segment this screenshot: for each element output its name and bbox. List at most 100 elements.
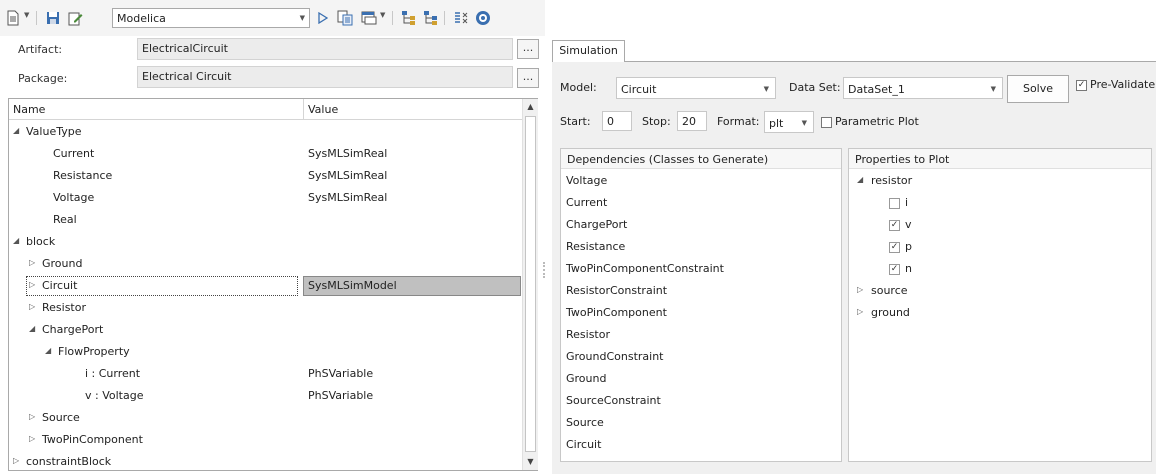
- dependency-item[interactable]: SourceConstraint: [566, 394, 661, 407]
- property-label: n: [905, 262, 912, 275]
- property-row[interactable]: ▷ ground: [849, 306, 1149, 326]
- dependency-item[interactable]: Source: [566, 416, 604, 429]
- document-menu-icon[interactable]: [4, 9, 22, 27]
- generate-icon[interactable]: [336, 9, 354, 27]
- property-checkbox[interactable]: ✓: [889, 242, 900, 253]
- stop-input[interactable]: 20: [677, 111, 707, 131]
- window-menu-icon[interactable]: [360, 9, 378, 27]
- expand-arrow-icon[interactable]: ▷: [29, 434, 35, 443]
- help-icon[interactable]: [474, 9, 492, 27]
- stop-label: Stop:: [642, 115, 671, 128]
- tree-row[interactable]: Current SysMLSimReal: [9, 143, 522, 165]
- dependency-item[interactable]: TwoPinComponentConstraint: [566, 262, 724, 275]
- column-header-name[interactable]: Name: [13, 103, 45, 116]
- property-row[interactable]: ▷ source: [849, 284, 1149, 304]
- parametric-plot-checkbox[interactable]: [821, 117, 832, 128]
- tree-row-value: PhSVariable: [308, 389, 374, 402]
- expand-arrow-icon[interactable]: ▷: [29, 258, 35, 267]
- dependency-item[interactable]: ResistorConstraint: [566, 284, 667, 297]
- tree-row[interactable]: ▷ Circuit SysMLSimModel: [9, 275, 522, 297]
- property-row[interactable]: ✓ n: [849, 262, 1149, 282]
- property-row[interactable]: ✓ v: [849, 218, 1149, 238]
- dependency-item[interactable]: Voltage: [566, 174, 607, 187]
- format-select[interactable]: plt ▼: [764, 111, 814, 133]
- dependency-item[interactable]: Resistance: [566, 240, 625, 253]
- tree-row[interactable]: i : Current PhSVariable: [9, 363, 522, 385]
- model-select[interactable]: Circuit ▼: [616, 77, 776, 99]
- tree-row[interactable]: ▷ constraintBlock: [9, 451, 522, 473]
- expand-arrow-icon[interactable]: ▷: [29, 412, 35, 421]
- compare-icon[interactable]: [452, 9, 470, 27]
- dependency-item[interactable]: Circuit: [566, 438, 601, 451]
- tree-row[interactable]: ▷ Ground: [9, 253, 522, 275]
- start-input[interactable]: 0: [602, 111, 632, 131]
- column-header-value[interactable]: Value: [308, 103, 338, 116]
- collapse-arrow-icon[interactable]: ◢: [857, 175, 863, 184]
- dependency-item[interactable]: Current: [566, 196, 607, 209]
- tree-body: ◢ ValueType Current SysMLSimReal Resistance S…: [9, 121, 522, 470]
- tree-row[interactable]: ◢ block: [9, 231, 522, 253]
- tree-expand-icon[interactable]: [400, 9, 418, 27]
- scrollbar-thumb[interactable]: [525, 116, 536, 452]
- dependency-item[interactable]: Resistor: [566, 328, 610, 341]
- run-icon[interactable]: [314, 9, 332, 27]
- chevron-down-icon[interactable]: ▼: [24, 11, 29, 19]
- dependency-item[interactable]: ChargePort: [566, 218, 627, 231]
- toolbar-separator: [392, 11, 393, 25]
- dependency-item[interactable]: Ground: [566, 372, 606, 385]
- property-row[interactable]: ◢ resistor: [849, 174, 1149, 194]
- tree-scrollbar[interactable]: ▲ ▼: [522, 99, 538, 470]
- tab-simulation[interactable]: Simulation: [552, 40, 625, 62]
- solve-button[interactable]: Solve: [1007, 75, 1069, 103]
- model-tree: Name Value ◢ ValueType Current SysMLSimReal…: [8, 98, 538, 471]
- tree-row[interactable]: Real: [9, 209, 522, 231]
- scroll-up-icon[interactable]: ▲: [523, 99, 538, 115]
- scroll-down-icon[interactable]: ▼: [523, 454, 538, 470]
- collapse-arrow-icon[interactable]: ◢: [13, 126, 19, 135]
- expand-arrow-icon[interactable]: ▷: [857, 307, 863, 316]
- chevron-down-icon[interactable]: ▼: [380, 11, 385, 19]
- dependency-item[interactable]: TwoPinComponent: [566, 306, 667, 319]
- tree-row-value: PhSVariable: [308, 367, 374, 380]
- property-checkbox[interactable]: ✓: [889, 264, 900, 275]
- tree-row-label: Resistance: [53, 169, 113, 182]
- collapse-arrow-icon[interactable]: ◢: [13, 236, 19, 245]
- tree-row[interactable]: Voltage SysMLSimReal: [9, 187, 522, 209]
- panel-splitter[interactable]: [543, 262, 545, 278]
- dataset-select-value: DataSet_1: [848, 83, 905, 96]
- tree-row[interactable]: ▷ Source: [9, 407, 522, 429]
- tree-row[interactable]: Resistance SysMLSimReal: [9, 165, 522, 187]
- tree-collapse-icon[interactable]: [422, 9, 440, 27]
- dependency-item[interactable]: GroundConstraint: [566, 350, 664, 363]
- property-checkbox[interactable]: [889, 198, 900, 209]
- tree-row[interactable]: v : Voltage PhSVariable: [9, 385, 522, 407]
- tree-row-label: ChargePort: [42, 323, 104, 336]
- tree-row[interactable]: ◢ FlowProperty: [9, 341, 522, 363]
- expand-arrow-icon[interactable]: ▷: [29, 302, 35, 311]
- expand-arrow-icon[interactable]: ▷: [857, 285, 863, 294]
- language-select[interactable]: Modelica ▼: [112, 8, 310, 28]
- save-icon[interactable]: [44, 9, 62, 27]
- expand-arrow-icon[interactable]: ▷: [13, 456, 19, 465]
- property-group-label: resistor: [871, 174, 913, 187]
- property-row[interactable]: i: [849, 196, 1149, 216]
- tree-row[interactable]: ◢ ChargePort: [9, 319, 522, 341]
- format-label: Format:: [717, 115, 760, 128]
- dataset-select[interactable]: DataSet_1 ▼: [843, 77, 1003, 99]
- tree-row[interactable]: ◢ ValueType: [9, 121, 522, 143]
- edit-icon[interactable]: [66, 9, 84, 27]
- dependencies-header: Dependencies (Classes to Generate): [561, 149, 841, 169]
- artifact-label: Artifact:: [18, 43, 63, 56]
- artifact-browse-button[interactable]: ...: [517, 39, 539, 59]
- tree-row[interactable]: ▷ TwoPinComponent: [9, 429, 522, 451]
- property-row[interactable]: ✓ p: [849, 240, 1149, 260]
- collapse-arrow-icon[interactable]: ◢: [29, 324, 35, 333]
- column-divider[interactable]: [303, 99, 304, 120]
- property-checkbox[interactable]: ✓: [889, 220, 900, 231]
- package-browse-button[interactable]: ...: [517, 68, 539, 88]
- prevalidate-checkbox[interactable]: ✓: [1076, 80, 1087, 91]
- tree-row[interactable]: ▷ Resistor: [9, 297, 522, 319]
- collapse-arrow-icon[interactable]: ◢: [45, 346, 51, 355]
- chevron-down-icon: ▼: [990, 85, 996, 93]
- tree-row-label: Ground: [42, 257, 83, 270]
